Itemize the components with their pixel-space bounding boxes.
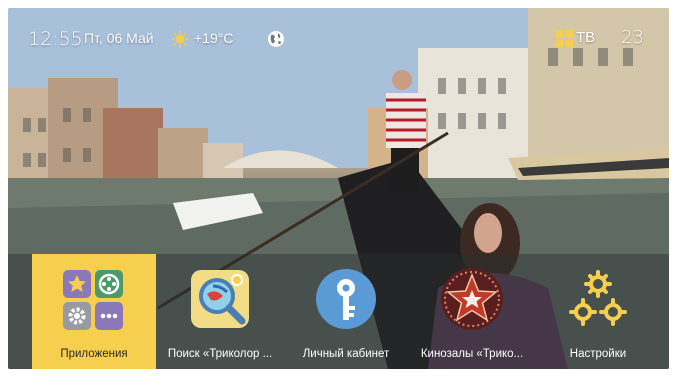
dock-item-label: Поиск «Триколор ... [167,348,273,360]
dock-item-label: Личный кабинет [302,348,390,360]
gears-icon [565,266,631,332]
date: Пт, 06 Май [84,30,154,46]
status-bar: 12:55 Пт, 06 Май +19°C ТВ 23 [8,8,669,54]
globe-icon[interactable] [266,29,286,49]
grid-icon[interactable] [556,30,573,47]
tv-label[interactable]: ТВ [576,29,595,46]
key-icon [313,266,379,332]
channel-number: 23 [621,27,644,48]
dock-item-settings[interactable]: Настройки [536,254,660,369]
search-globe-icon [187,266,253,332]
temperature: +19°C [194,30,234,46]
app-dock: Приложения Поиск «Триколор ... Личный ка… [8,254,669,369]
apps-grid-icon [61,266,127,332]
tv-screen: 12:55 Пт, 06 Май +19°C ТВ 23 Приложения … [8,8,669,369]
dock-item-label: Кинозалы «Трико... [420,348,524,360]
clock: 12:55 [28,28,83,50]
dock-item-cinema[interactable]: Кинозалы «Трико... [410,254,534,369]
dock-item-apps[interactable]: Приложения [32,254,156,369]
cinema-star-icon [439,266,505,332]
dock-item-account[interactable]: Личный кабинет [284,254,408,369]
sun-icon [171,30,190,49]
dock-item-label: Настройки [569,348,627,360]
dock-item-label: Приложения [60,348,128,360]
dock-item-search[interactable]: Поиск «Триколор ... [158,254,282,369]
